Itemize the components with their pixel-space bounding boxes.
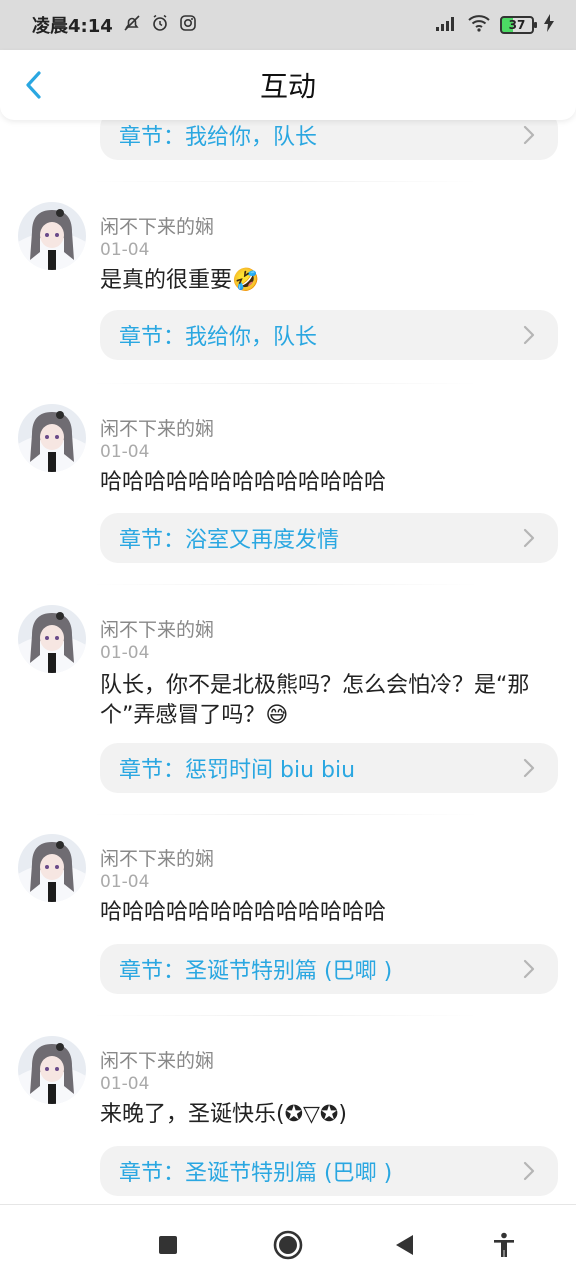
divider: [90, 1015, 480, 1016]
accessibility-icon: [494, 1232, 514, 1257]
chevron-left-icon: [26, 71, 41, 99]
back-triangle-icon: [396, 1235, 413, 1255]
home-button[interactable]: [268, 1225, 308, 1265]
chevron-right-icon: [523, 959, 535, 979]
divider: [90, 181, 480, 182]
comment-list[interactable]: 章节：我给你，队长 闲不下来的娴 01-04 是真的很重要🤣 章节：我给你，队长…: [0, 120, 576, 1204]
battery-icon: 37: [500, 16, 537, 34]
chapter-link[interactable]: 章节：圣诞节特别篇 (巴唧 ): [100, 944, 558, 994]
comment-text: 哈哈哈哈哈哈哈哈哈哈哈哈哈: [100, 470, 387, 495]
chevron-right-icon: [523, 325, 535, 345]
chevron-right-icon: [523, 1161, 535, 1181]
chapter-link[interactable]: 章节：我给你，队长: [100, 310, 558, 360]
signal-icon: [436, 15, 458, 36]
divider: [90, 584, 480, 585]
chapter-link-label: 章节：我给你，队长: [119, 125, 318, 150]
alarm-icon: [151, 14, 169, 37]
comment-text: 是真的很重要🤣: [100, 268, 260, 293]
status-bar: 凌晨4:14 37: [0, 0, 576, 50]
status-time: 凌晨4:14: [32, 16, 113, 37]
chapter-link-label: 章节：惩罚时间 biu biu: [119, 758, 356, 783]
page-title: 互动: [259, 70, 316, 103]
chapter-link[interactable]: 章节：浴室又再度发情: [100, 513, 558, 563]
back-nav-button[interactable]: [384, 1225, 424, 1265]
comment-date: 01-04: [100, 872, 150, 892]
bell-off-icon: [123, 14, 141, 37]
app-header: 互动: [0, 50, 576, 120]
instagram-icon: [179, 14, 197, 37]
chapter-link-label: 章节：我给你，队长: [119, 325, 318, 350]
comment-date: 01-04: [100, 1074, 150, 1094]
avatar[interactable]: [18, 605, 86, 673]
username[interactable]: 闲不下来的娴: [100, 414, 214, 441]
chapter-link-label: 章节：圣诞节特别篇 (巴唧 ): [119, 1161, 393, 1186]
chapter-link[interactable]: 章节：我给你，队长: [100, 120, 558, 160]
divider: [90, 814, 480, 815]
chapter-link-label: 章节：圣诞节特别篇 (巴唧 ): [119, 959, 393, 984]
username[interactable]: 闲不下来的娴: [100, 615, 214, 642]
username[interactable]: 闲不下来的娴: [100, 212, 214, 239]
comment-date: 01-04: [100, 240, 150, 260]
wifi-icon: [468, 14, 490, 37]
chevron-right-icon: [523, 758, 535, 778]
avatar[interactable]: [18, 404, 86, 472]
chapter-link-label: 章节：浴室又再度发情: [119, 528, 340, 553]
comment-date: 01-04: [100, 442, 150, 462]
home-circle-icon: [273, 1230, 303, 1260]
chevron-right-icon: [523, 125, 535, 145]
chevron-right-icon: [523, 528, 535, 548]
comment-text: 哈哈哈哈哈哈哈哈哈哈哈哈哈: [100, 900, 387, 925]
avatar[interactable]: [18, 1036, 86, 1104]
username[interactable]: 闲不下来的娴: [100, 844, 214, 871]
chapter-link[interactable]: 章节：圣诞节特别篇 (巴唧 ): [100, 1146, 558, 1196]
comment-text: 队长，你不是北极熊吗？怎么会怕冷？是“那个”弄感冒了吗？😅: [100, 673, 530, 728]
comment-text: 来晚了，圣诞快乐(✪▽✪): [100, 1102, 347, 1127]
accessibility-button[interactable]: [484, 1225, 524, 1265]
recents-square-icon: [159, 1236, 177, 1254]
avatar[interactable]: [18, 202, 86, 270]
divider: [90, 383, 480, 384]
chapter-link[interactable]: 章节：惩罚时间 biu biu: [100, 743, 558, 793]
system-nav-bar: [0, 1204, 576, 1280]
recents-button[interactable]: [148, 1225, 188, 1265]
username[interactable]: 闲不下来的娴: [100, 1046, 214, 1073]
avatar[interactable]: [18, 834, 86, 902]
back-button[interactable]: [18, 68, 48, 102]
comment-date: 01-04: [100, 643, 150, 663]
charging-icon: [544, 13, 554, 37]
